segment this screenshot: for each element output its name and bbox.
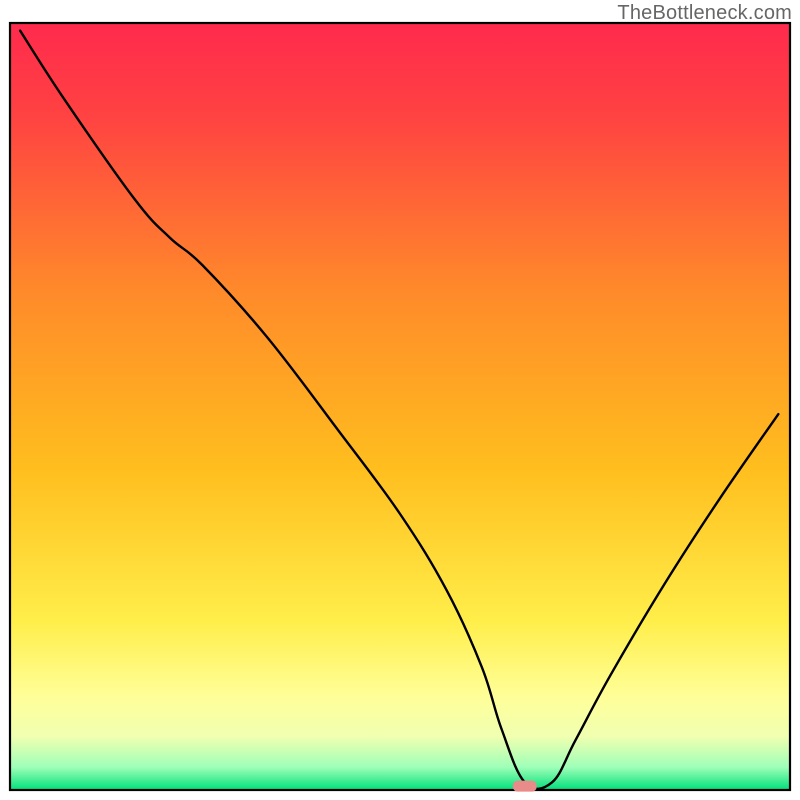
plot-background: [10, 23, 790, 790]
chart-canvas: [0, 0, 800, 800]
watermark-text: TheBottleneck.com: [617, 2, 792, 25]
plot-area: [10, 23, 790, 790]
min-marker: [513, 781, 537, 792]
bottleneck-chart: TheBottleneck.com: [0, 0, 800, 800]
